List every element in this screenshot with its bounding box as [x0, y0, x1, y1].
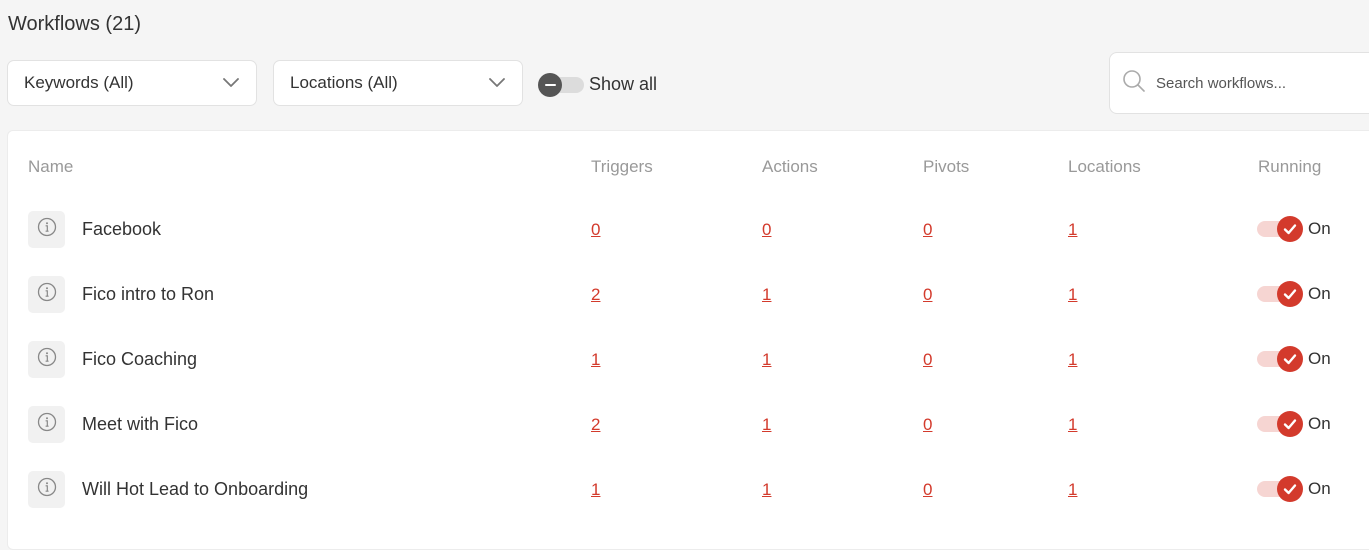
- check-icon: [1277, 216, 1303, 242]
- check-icon: [1277, 281, 1303, 307]
- running-status-label: On: [1308, 219, 1331, 238]
- search-input[interactable]: [1154, 73, 1358, 93]
- workflow-name[interactable]: Facebook: [82, 219, 161, 240]
- info-button[interactable]: [28, 471, 65, 508]
- column-header-name[interactable]: Name: [28, 157, 73, 177]
- minus-icon: [538, 73, 562, 97]
- table-row: Meet with Fico 2 1 0 1 On: [0, 406, 1369, 446]
- running-control: On: [1257, 278, 1331, 310]
- chevron-down-icon: [488, 74, 506, 92]
- table-row: Fico intro to Ron 2 1 0 1 On: [0, 276, 1369, 316]
- chevron-down-icon: [222, 74, 240, 92]
- running-status-label: On: [1308, 284, 1331, 303]
- locations-filter-dropdown[interactable]: Locations (All): [273, 60, 523, 106]
- running-status-label: On: [1308, 349, 1331, 368]
- pivots-count-link[interactable]: 0: [923, 415, 932, 435]
- running-status-label: On: [1308, 414, 1331, 433]
- triggers-count-link[interactable]: 2: [591, 285, 600, 305]
- running-toggle[interactable]: [1257, 280, 1303, 308]
- check-icon: [1277, 476, 1303, 502]
- info-icon: [37, 347, 57, 372]
- actions-count-link[interactable]: 1: [762, 350, 771, 370]
- running-status-label: On: [1308, 479, 1331, 498]
- table-row: Will Hot Lead to Onboarding 1 1 0 1 On: [0, 471, 1369, 511]
- locations-count-link[interactable]: 1: [1068, 415, 1077, 435]
- check-icon: [1277, 411, 1303, 437]
- column-header-locations[interactable]: Locations: [1068, 157, 1141, 177]
- column-header-running[interactable]: Running: [1258, 157, 1321, 177]
- info-button[interactable]: [28, 406, 65, 443]
- column-header-triggers[interactable]: Triggers: [591, 157, 653, 177]
- actions-count-link[interactable]: 0: [762, 220, 771, 240]
- info-icon: [37, 412, 57, 437]
- pivots-count-link[interactable]: 0: [923, 350, 932, 370]
- triggers-count-link[interactable]: 0: [591, 220, 600, 240]
- running-toggle[interactable]: [1257, 410, 1303, 438]
- pivots-count-link[interactable]: 0: [923, 285, 932, 305]
- workflow-name[interactable]: Meet with Fico: [82, 414, 198, 435]
- pivots-count-link[interactable]: 0: [923, 220, 932, 240]
- info-icon: [37, 477, 57, 502]
- show-all-label: Show all: [589, 73, 658, 94]
- running-control: On: [1257, 473, 1331, 505]
- running-control: On: [1257, 343, 1331, 375]
- check-icon: [1277, 346, 1303, 372]
- table-row: Facebook 0 0 0 1 On: [0, 211, 1369, 251]
- actions-count-link[interactable]: 1: [762, 285, 771, 305]
- locations-count-link[interactable]: 1: [1068, 480, 1077, 500]
- workflow-name[interactable]: Will Hot Lead to Onboarding: [82, 479, 308, 500]
- triggers-count-link[interactable]: 2: [591, 415, 600, 435]
- table-row: Fico Coaching 1 1 0 1 On: [0, 341, 1369, 381]
- locations-count-link[interactable]: 1: [1068, 350, 1077, 370]
- keywords-filter-dropdown[interactable]: Keywords (All): [7, 60, 257, 106]
- running-toggle[interactable]: [1257, 345, 1303, 373]
- workflow-name[interactable]: Fico intro to Ron: [82, 284, 214, 305]
- running-control: On: [1257, 213, 1331, 245]
- actions-count-link[interactable]: 1: [762, 415, 771, 435]
- actions-count-link[interactable]: 1: [762, 480, 771, 500]
- page-title: Workflows (21): [8, 13, 141, 35]
- locations-filter-label: Locations (All): [290, 73, 398, 92]
- info-icon: [37, 217, 57, 242]
- column-header-actions[interactable]: Actions: [762, 157, 818, 177]
- running-control: On: [1257, 408, 1331, 440]
- triggers-count-link[interactable]: 1: [591, 480, 600, 500]
- search-icon: [1122, 69, 1146, 98]
- show-all-toggle[interactable]: [538, 72, 584, 97]
- keywords-filter-label: Keywords (All): [24, 73, 134, 92]
- info-icon: [37, 282, 57, 307]
- running-toggle[interactable]: [1257, 475, 1303, 503]
- pivots-count-link[interactable]: 0: [923, 480, 932, 500]
- info-button[interactable]: [28, 341, 65, 378]
- search-box: [1109, 52, 1369, 114]
- running-toggle[interactable]: [1257, 215, 1303, 243]
- locations-count-link[interactable]: 1: [1068, 220, 1077, 240]
- column-header-pivots[interactable]: Pivots: [923, 157, 969, 177]
- info-button[interactable]: [28, 276, 65, 313]
- locations-count-link[interactable]: 1: [1068, 285, 1077, 305]
- workflow-name[interactable]: Fico Coaching: [82, 349, 197, 370]
- triggers-count-link[interactable]: 1: [591, 350, 600, 370]
- info-button[interactable]: [28, 211, 65, 248]
- show-all-control: Show all: [538, 70, 657, 98]
